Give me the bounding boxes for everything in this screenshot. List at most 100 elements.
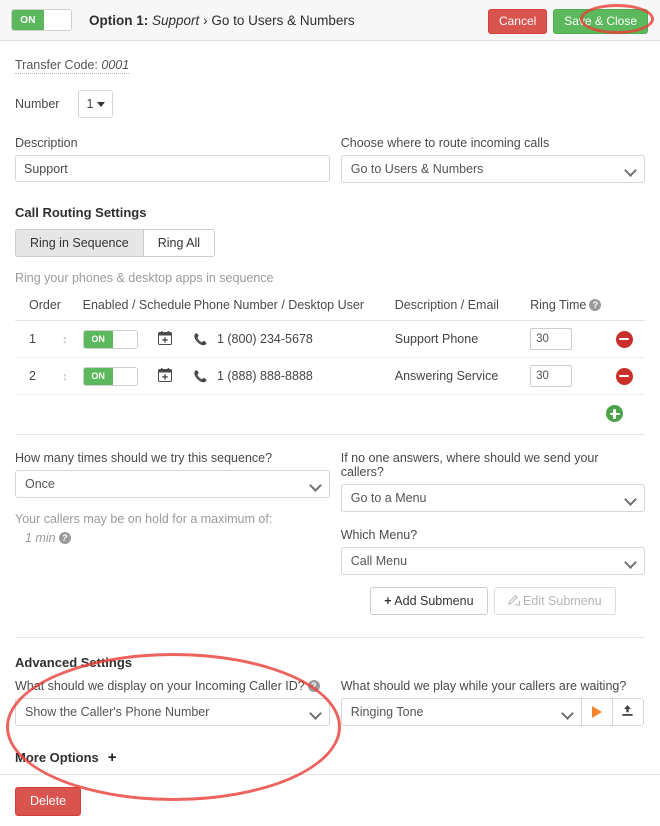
save-and-close-button[interactable]: Save & Close — [553, 9, 648, 34]
editor-body: Transfer Code: 0001 Number 1 Description… — [0, 41, 660, 801]
ring-table-body: 1 ↕ ON 📞 1 (800) 234-5678 Support Phone … — [15, 320, 645, 395]
title-separator: › — [203, 12, 208, 28]
cancel-button[interactable]: Cancel — [487, 9, 548, 34]
add-row-wrap — [15, 395, 645, 434]
chevron-down-icon — [626, 166, 635, 172]
call-routing-heading: Call Routing Settings — [15, 205, 147, 220]
row-description: Answering Service — [394, 357, 531, 395]
row-ring-time-cell — [530, 320, 604, 358]
chevron-down-icon — [311, 481, 320, 487]
tab-ring-in-sequence[interactable]: Ring in Sequence — [15, 229, 143, 257]
route-select[interactable]: Go to Users & Numbers — [340, 155, 645, 183]
row-phone-cell: 📞 1 (800) 234-5678 — [193, 320, 395, 358]
call-routing-section: Call Routing Settings Ring in Sequence R… — [0, 183, 660, 285]
upload-icon — [621, 704, 634, 720]
caller-id-label: What should we display on your Incoming … — [15, 679, 305, 694]
route-select-value: Go to Users & Numbers — [350, 162, 484, 176]
number-label: Number — [15, 97, 60, 111]
waiting-audio-select[interactable]: Ringing Tone — [340, 698, 582, 727]
row-toggle-knob — [113, 368, 137, 385]
add-row-icon[interactable] — [606, 405, 623, 423]
row-drag-cell: ↕ — [62, 320, 83, 358]
more-options-label: More Options — [15, 750, 99, 766]
number-select[interactable]: 1 — [78, 90, 114, 118]
chevron-down-icon — [563, 709, 572, 715]
row-ring-time-input[interactable] — [530, 365, 573, 387]
no-answer-select-value: Go to a Menu — [350, 491, 427, 506]
ring-time-help-icon[interactable]: ? — [589, 299, 602, 311]
row-toggle-knob — [113, 331, 137, 348]
remove-row-icon[interactable] — [615, 330, 633, 348]
description-route-row: Description Choose where to route incomi… — [0, 118, 660, 183]
hold-label: Your callers may be on hold for a maximu… — [15, 512, 273, 527]
editor-footer: Delete — [0, 775, 660, 826]
page-root: ON Option 1: Support › Go to Users & Num… — [0, 0, 660, 826]
retries-label: How many times should we try this sequen… — [15, 451, 273, 466]
tab-ring-all[interactable]: Ring All — [142, 229, 216, 257]
play-audio-button[interactable] — [581, 698, 613, 727]
waiting-audio-select-value: Ringing Tone — [350, 705, 424, 720]
row-toggle-on-label: ON — [83, 367, 113, 385]
title-target: Go to Users & Numbers — [211, 12, 355, 28]
caller-id-select[interactable]: Show the Caller's Phone Number — [15, 698, 330, 727]
waiting-audio-col: What should we play while your callers a… — [330, 679, 645, 727]
ring-table: Order Enabled / Schedule Phone Number / … — [15, 298, 645, 395]
play-icon — [591, 706, 602, 719]
row-schedule-cell — [158, 357, 194, 395]
row-enabled-toggle[interactable]: ON — [82, 366, 138, 386]
route-label: Choose where to route incoming calls — [340, 136, 550, 150]
col-drag — [62, 298, 83, 321]
option-enabled-toggle[interactable]: ON — [11, 9, 72, 31]
ring-table-head: Order Enabled / Schedule Phone Number / … — [15, 298, 645, 321]
hold-value: 1 min — [25, 531, 56, 546]
description-input[interactable] — [15, 155, 330, 182]
header-actions: Cancel Save & Close — [487, 9, 648, 34]
col-remove — [603, 298, 645, 321]
which-menu-select[interactable]: Call Menu — [340, 547, 645, 576]
caller-id-label-wrap: What should we display on your Incoming … — [15, 679, 330, 693]
advanced-settings-section: Advanced Settings What should we display… — [0, 638, 660, 765]
row-remove-cell — [603, 320, 645, 358]
upload-audio-button[interactable] — [612, 698, 644, 727]
no-answer-select[interactable]: Go to a Menu — [340, 484, 645, 513]
which-menu-select-value: Call Menu — [350, 554, 408, 569]
advanced-row: What should we display on your Incoming … — [15, 679, 645, 727]
more-options-toggle[interactable]: More Options + — [15, 750, 645, 765]
hold-help-icon[interactable]: ? — [58, 532, 71, 545]
editor-header: ON Option 1: Support › Go to Users & Num… — [0, 0, 660, 41]
row-description: Support Phone — [394, 320, 531, 358]
toggle-on-label: ON — [12, 10, 44, 30]
submenu-buttons: + Add Submenu Edit Submenu — [341, 587, 645, 616]
add-submenu-plus-icon: + — [384, 594, 392, 609]
row-enabled-toggle[interactable]: ON — [82, 329, 138, 349]
hold-value-wrap: 1 min? — [15, 531, 330, 545]
transfer-code-value: 0001 — [101, 58, 130, 72]
calendar-add-icon[interactable] — [158, 367, 173, 385]
drag-handle-icon[interactable]: ↕ — [62, 372, 68, 383]
edit-pencil-icon — [507, 594, 523, 608]
col-order: Order — [15, 298, 63, 321]
caller-id-help-icon[interactable]: ? — [307, 680, 320, 693]
retries-select-value: Once — [25, 477, 55, 492]
add-submenu-button[interactable]: + Add Submenu — [370, 587, 488, 616]
edit-submenu-button[interactable]: Edit Submenu — [493, 587, 616, 616]
row-ring-time-cell — [530, 357, 604, 395]
caller-id-col: What should we display on your Incoming … — [15, 679, 330, 727]
row-enabled-cell: ON — [82, 320, 159, 358]
chevron-down-icon — [626, 558, 635, 564]
phone-icon: 📞 — [193, 371, 208, 383]
row-enabled-cell: ON — [82, 357, 159, 395]
retries-select[interactable]: Once — [15, 470, 330, 499]
ring-table-wrap: Order Enabled / Schedule Phone Number / … — [0, 290, 660, 434]
calendar-add-icon[interactable] — [158, 330, 173, 348]
no-answer-label: If no one answers, where should we send … — [340, 451, 599, 480]
transfer-code-label: Transfer Code: — [15, 58, 98, 72]
drag-handle-icon[interactable]: ↕ — [62, 335, 68, 346]
add-submenu-label: Add Submenu — [394, 594, 474, 609]
delete-button[interactable]: Delete — [15, 787, 82, 816]
waiting-audio-group: Ringing Tone — [340, 698, 645, 727]
row-ring-time-input[interactable] — [530, 328, 573, 350]
remove-row-icon[interactable] — [615, 367, 633, 385]
row-remove-cell — [603, 357, 645, 395]
edit-submenu-label: Edit Submenu — [523, 594, 602, 609]
